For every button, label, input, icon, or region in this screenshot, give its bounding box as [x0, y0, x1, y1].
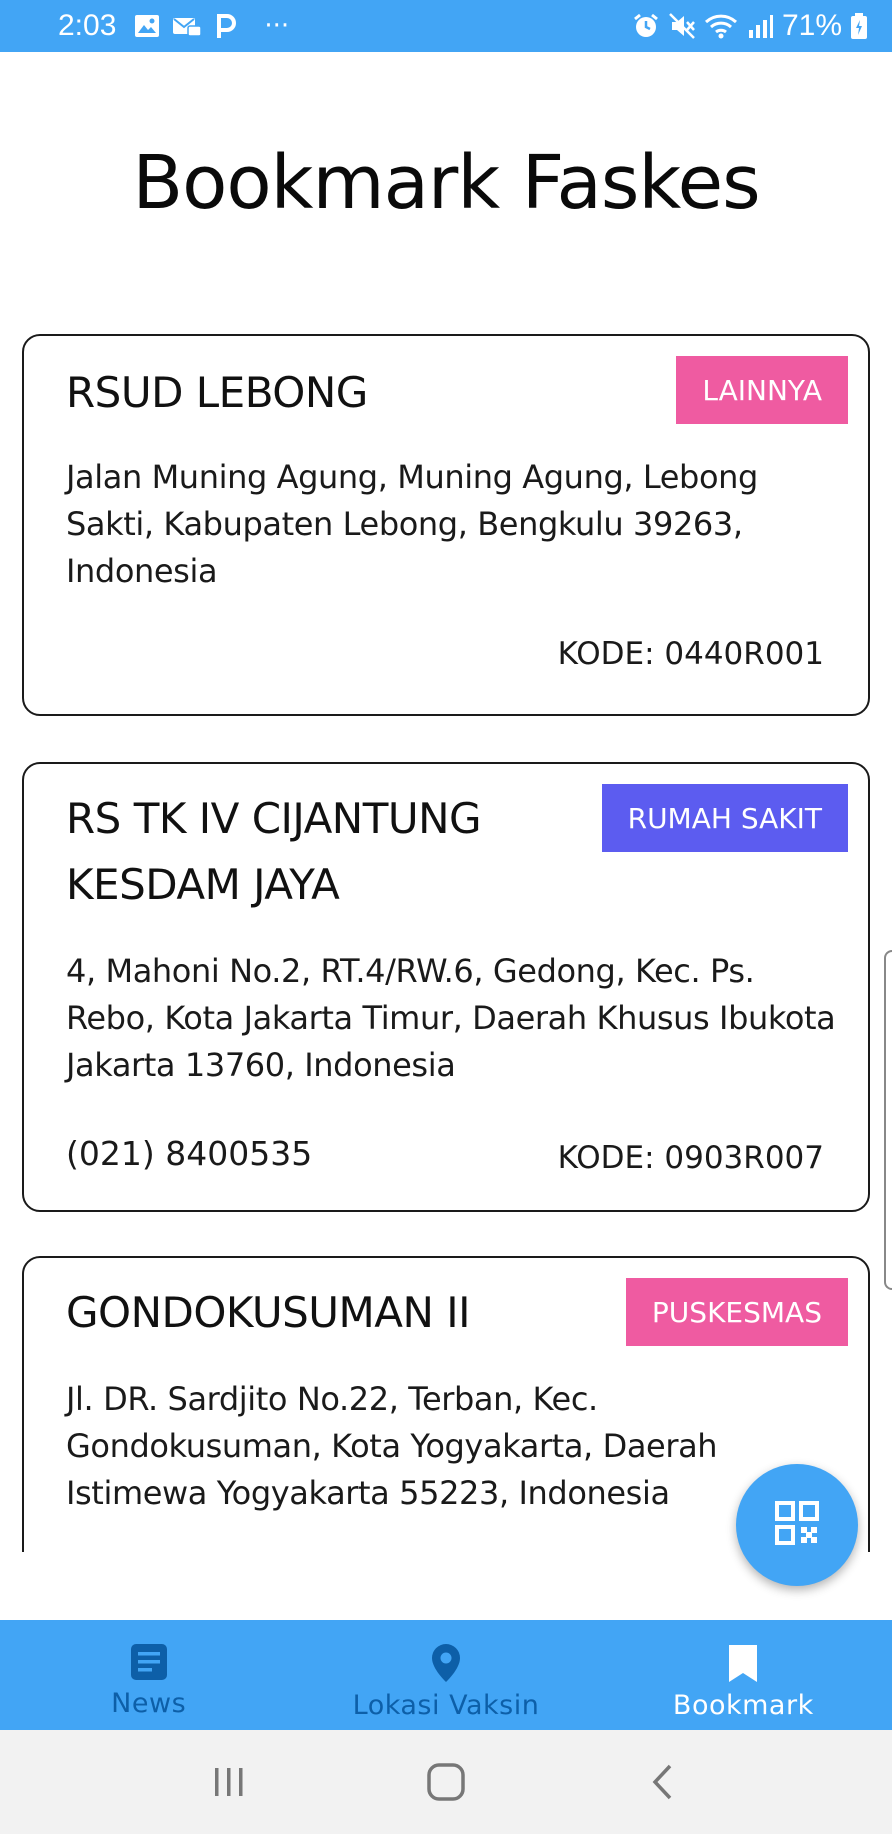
- facility-phone: (021) 8400535: [66, 1134, 313, 1173]
- nav-label-lokasi-vaksin: Lokasi Vaksin: [352, 1690, 540, 1721]
- facility-address: 4, Mahoni No.2, RT.4/RW.6, Gedong, Kec. …: [66, 952, 836, 1084]
- home-icon: [427, 1763, 465, 1801]
- bookmark-card[interactable]: RSUD LEBONG LAINNYA Jalan Muning Agung, …: [22, 334, 870, 716]
- nav-item-bookmark[interactable]: Bookmark: [595, 1620, 892, 1730]
- article-icon: [129, 1642, 169, 1686]
- status-notification-icons: ···: [134, 11, 289, 41]
- email-notification-icon: [172, 14, 203, 38]
- facility-address: Jl. DR. Sardjito No.22, Terban, Kec. Gon…: [66, 1380, 718, 1512]
- facility-name: RS TK IV CIJANTUNG KESDAM JAYA: [66, 794, 482, 909]
- battery-percent: 71%: [781, 9, 842, 42]
- status-bar: 2:03 ··· 71%: [0, 0, 892, 52]
- bottom-navigation: News Lokasi Vaksin Bookmark: [0, 1620, 892, 1730]
- qr-scan-button[interactable]: [736, 1464, 858, 1586]
- facility-name: RSUD LEBONG: [66, 368, 368, 417]
- facility-type-badge: PUSKESMAS: [625, 1278, 848, 1346]
- signal-icon: [746, 12, 774, 40]
- nav-label-bookmark: Bookmark: [672, 1690, 814, 1721]
- wifi-icon: [704, 12, 738, 40]
- back-button[interactable]: [623, 1742, 703, 1822]
- facility-name: GONDOKUSUMAN II: [66, 1288, 471, 1337]
- page-title: Bookmark Faskes: [132, 140, 760, 226]
- facility-code: KODE: 0903R007: [557, 1140, 824, 1176]
- battery-icon: [850, 12, 868, 40]
- system-navigation-bar: [0, 1730, 892, 1834]
- facility-address: Jalan Muning Agung, Muning Agung, Lebong…: [66, 458, 758, 590]
- recent-apps-icon: [214, 1768, 243, 1796]
- more-notifications-icon: ···: [264, 11, 290, 41]
- recent-apps-button[interactable]: [189, 1742, 269, 1822]
- gallery-notification-icon: [134, 14, 160, 38]
- nav-item-news[interactable]: News: [0, 1620, 297, 1730]
- mute-icon: [668, 12, 696, 40]
- back-icon: [652, 1764, 672, 1800]
- qr-code-icon: [775, 1501, 819, 1549]
- bookmark-icon: [726, 1642, 760, 1688]
- alarm-icon: [632, 12, 660, 40]
- status-time: 2:03: [58, 9, 117, 42]
- facility-type-badge: RUMAH SAKIT: [601, 784, 848, 852]
- nav-item-lokasi-vaksin[interactable]: Lokasi Vaksin: [297, 1620, 594, 1730]
- facility-code: KODE: 0440R001: [557, 636, 824, 672]
- location-pin-icon: [428, 1642, 464, 1688]
- bookmark-card[interactable]: RS TK IV CIJANTUNG KESDAM JAYA RUMAH SAK…: [22, 762, 870, 1212]
- nav-label-news: News: [111, 1688, 187, 1719]
- home-button[interactable]: [406, 1742, 486, 1822]
- p-app-notification-icon: [214, 12, 238, 40]
- facility-type-badge: LAINNYA: [676, 356, 848, 424]
- bookmark-list[interactable]: RSUD LEBONG LAINNYA Jalan Muning Agung, …: [0, 320, 892, 1552]
- status-system-icons: 71%: [632, 9, 868, 43]
- scroll-indicator: [884, 950, 892, 1290]
